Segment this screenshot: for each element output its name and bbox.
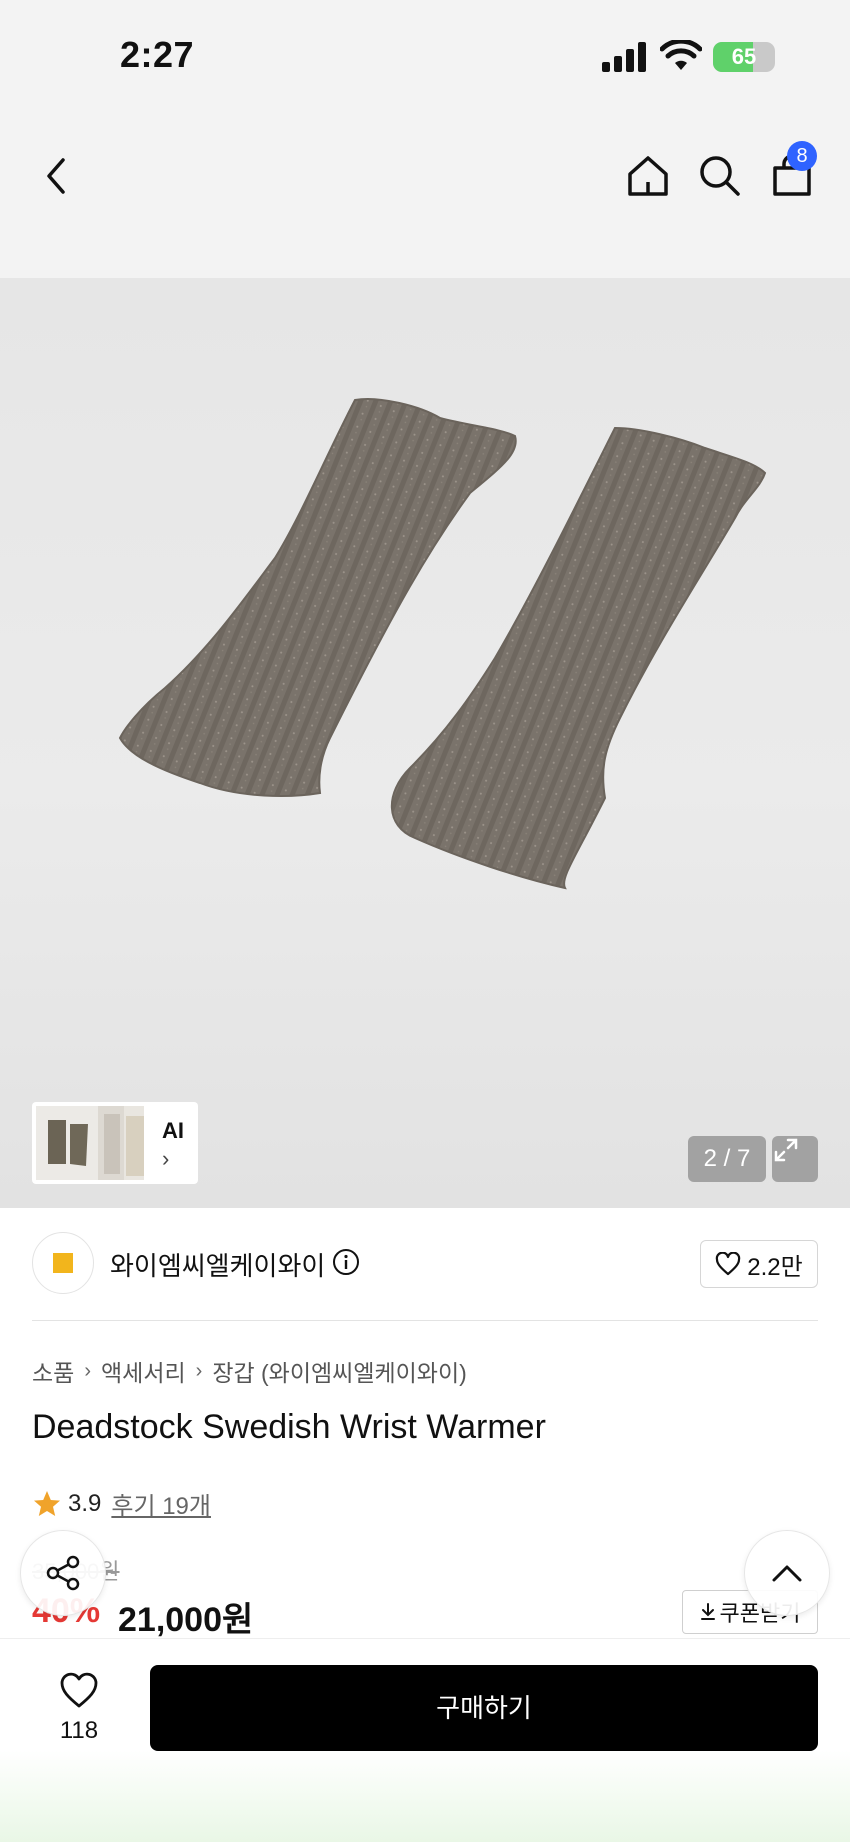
breadcrumb-item[interactable]: 액세서리 [101,1354,186,1388]
cart-badge: 8 [787,141,817,171]
sale-price: 21,000원 [118,1601,254,1639]
product-title: Deadstock Swedish Wrist Warmer [32,1408,546,1446]
top-navigation [0,110,850,278]
battery-text: 65 [731,44,757,69]
heart-icon [716,1252,741,1276]
rating-value: 3.9 [68,1489,102,1517]
divider [32,1320,818,1321]
ai-lookbook-thumbnail[interactable]: AI › [32,1102,198,1184]
search-button[interactable] [690,146,750,206]
home-button[interactable] [618,146,678,206]
chevron-right-icon: › [84,1359,91,1382]
info-icon[interactable] [332,1248,360,1276]
star-icon [34,1490,60,1516]
brand-like-button[interactable]: 2.2만 [700,1240,818,1288]
status-bar: 2:27 65 [0,0,850,110]
wishlist-count: 118 [59,1717,99,1744]
brand-like-count: 2.2만 [747,1253,803,1281]
product-info: 와이엠씨엘케이와이 2.2만 소품 › 액세서리 › 장갑 (와이엠씨엘케이와이… [0,1208,850,1639]
review-link[interactable]: 후기 19개 [111,1486,211,1521]
home-icon [628,156,668,196]
signal-icon [602,42,646,72]
brand-logo-mark [53,1253,73,1273]
chevron-right-icon: › [162,1146,170,1171]
status-time: 2:27 [120,34,195,75]
scroll-to-top-button[interactable] [744,1530,830,1616]
heart-icon [60,1672,98,1708]
ai-label: AI [162,1118,184,1143]
expand-icon [774,1138,798,1162]
back-button[interactable] [26,146,86,206]
download-icon [700,1603,715,1620]
chevron-left-icon [47,158,65,194]
search-icon [700,156,740,196]
share-icon [46,1555,80,1591]
thumbnail-product [36,1106,98,1180]
rating: 3.9 후기 19개 [32,1486,211,1521]
wrist-warmer-image [118,398,767,890]
bottom-action-bar: 118 구매하기 [0,1638,850,1842]
wifi-icon [660,40,702,70]
thumbnail-model [98,1106,144,1180]
brand-name[interactable]: 와이엠씨엘케이와이 [110,1246,325,1283]
image-counter: 2 / 7 [688,1136,766,1182]
chevron-up-icon [772,1565,802,1582]
breadcrumb-item[interactable]: 장갑 (와이엠씨엘케이와이) [212,1354,466,1388]
product-image[interactable]: AI › 2 / 7 [0,278,850,1208]
brand-logo[interactable] [32,1232,94,1294]
buy-button[interactable]: 구매하기 [150,1665,818,1751]
breadcrumb: 소품 › 액세서리 › 장갑 (와이엠씨엘케이와이) [32,1354,467,1388]
share-button[interactable] [20,1530,106,1616]
battery-indicator: 65 [713,42,775,72]
chevron-right-icon: › [195,1359,203,1382]
breadcrumb-item[interactable]: 소품 [32,1354,74,1388]
expand-image-button[interactable] [772,1136,818,1182]
wishlist-button[interactable]: 118 [40,1665,118,1755]
